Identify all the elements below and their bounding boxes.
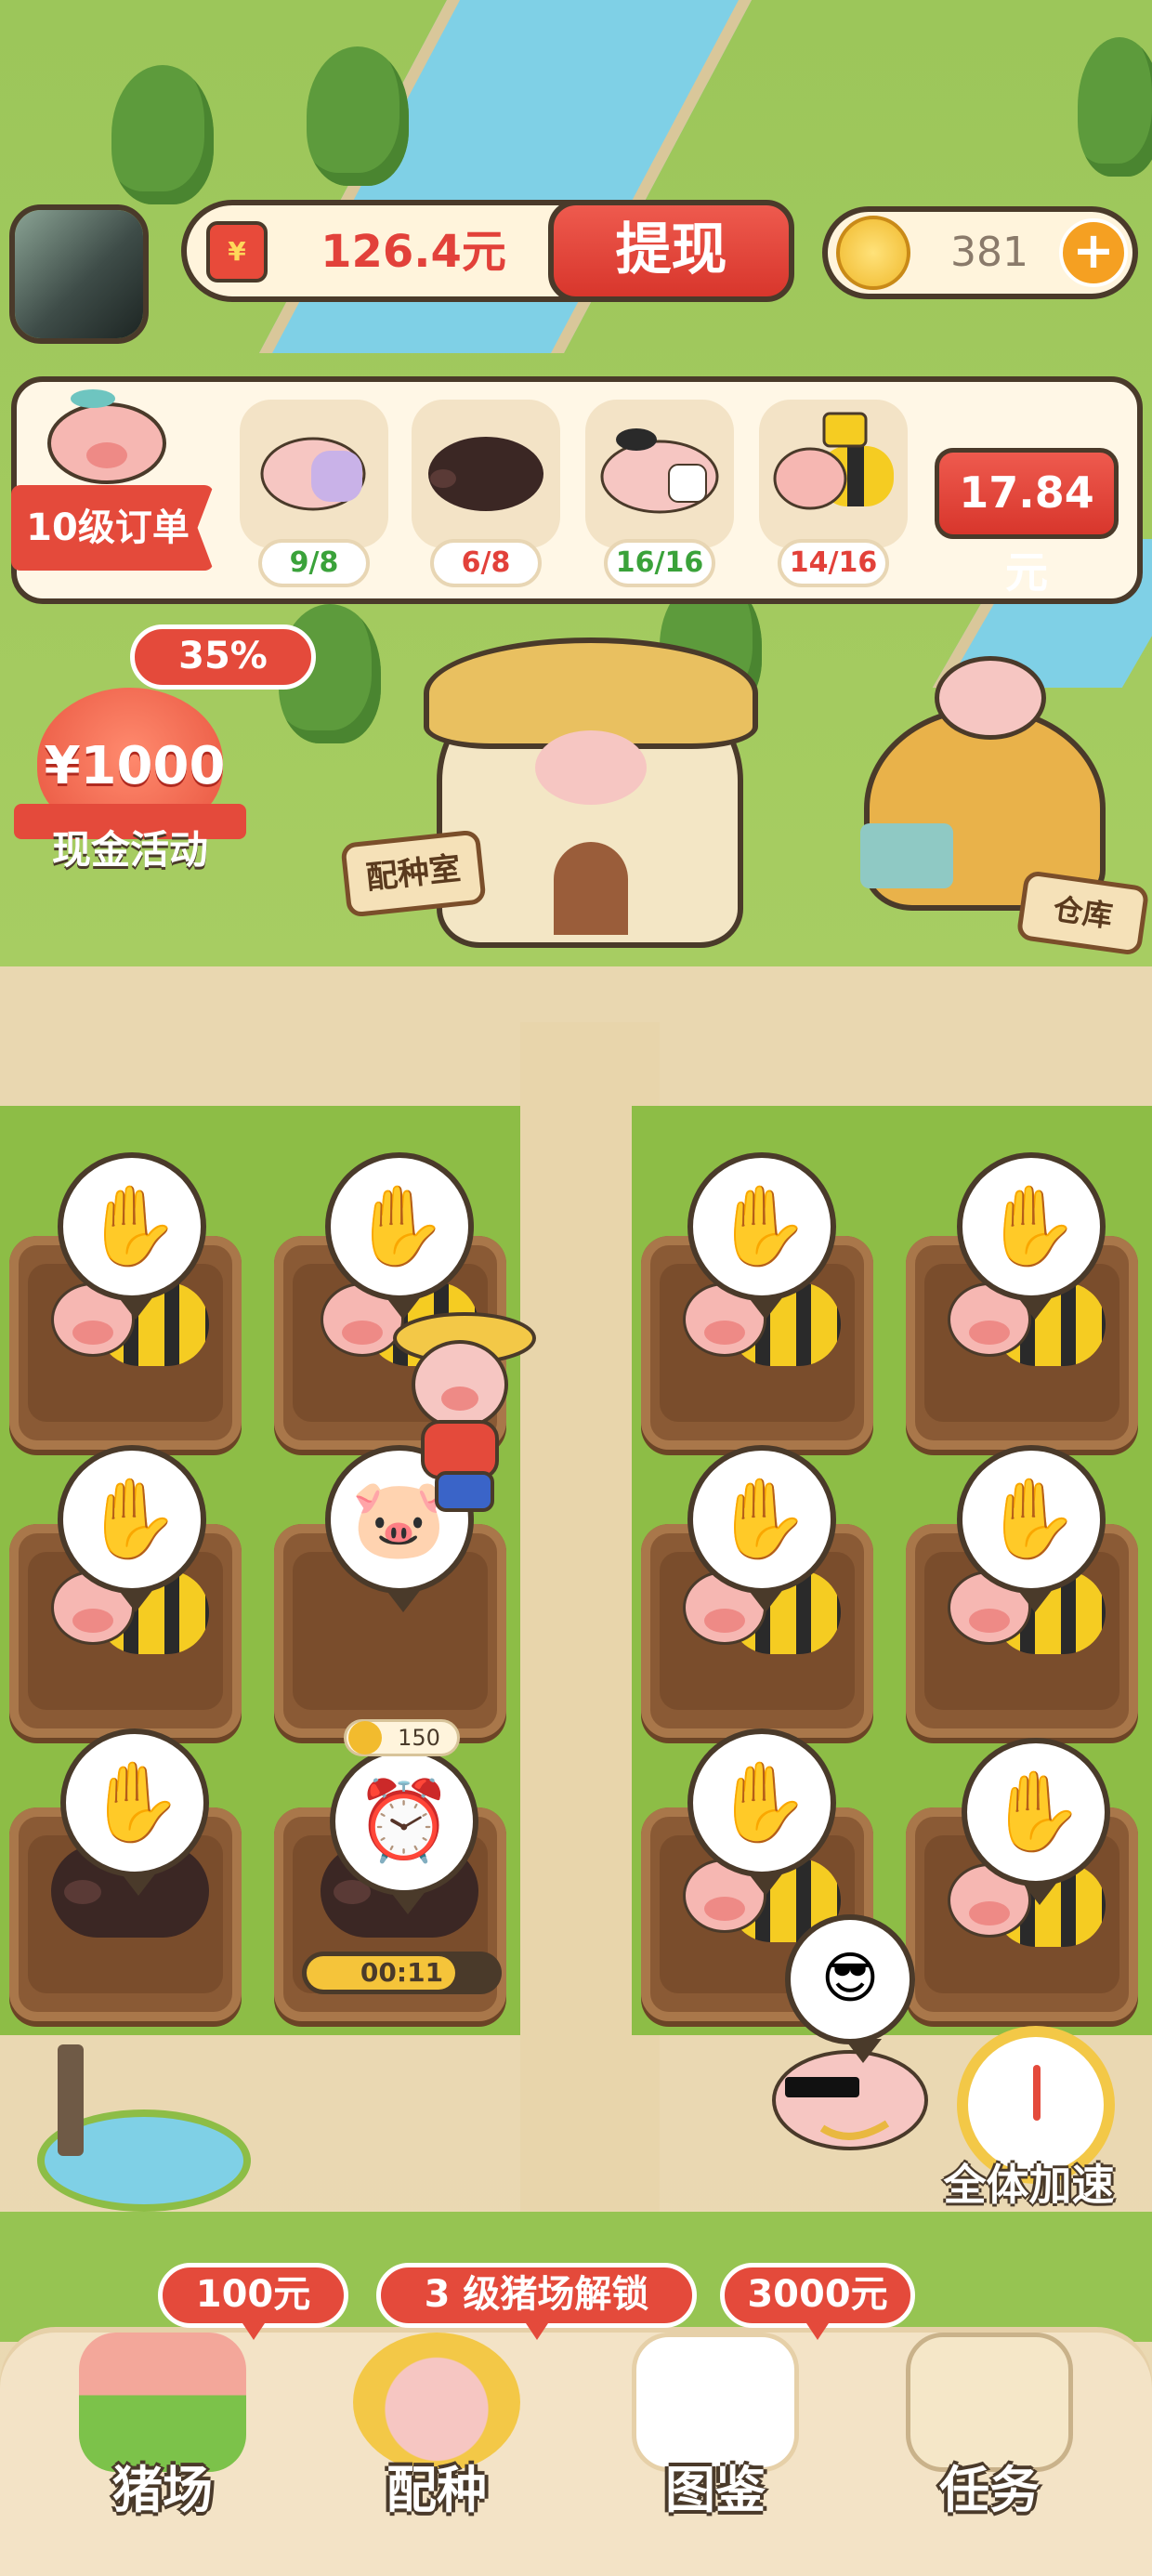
pine-tree (307, 46, 409, 186)
breeding-icon (353, 2333, 520, 2472)
pine-tree (1078, 37, 1152, 177)
nav-label: 配种 (386, 2461, 487, 2519)
order-level-label: 10级订单 (26, 506, 190, 549)
cool-pig-icon[interactable]: 😎 (785, 1914, 915, 2063)
hand-icon[interactable]: ✋ (957, 1445, 1106, 1612)
hand-icon[interactable]: ✋ (58, 1152, 206, 1320)
nav-label: 猪场 (112, 2461, 213, 2519)
pig-face-decoration (535, 730, 647, 805)
nav-breeding[interactable]: 配种 (325, 2314, 548, 2528)
order-slot-count: 9/8 (258, 539, 370, 587)
farmer-pig-character (393, 1312, 536, 1512)
order-pig-icon (47, 389, 166, 484)
add-coins-button[interactable]: + (1059, 218, 1128, 287)
purple-overalls-pig-icon (260, 437, 366, 511)
order-slot-count: 14/16 (778, 539, 889, 587)
withdraw-button[interactable]: 提现 (548, 200, 794, 302)
nav-badge: 3 级猪场解锁 (376, 2263, 697, 2340)
task-envelope-icon (906, 2333, 1073, 2472)
hand-icon[interactable]: ✋ (962, 1738, 1110, 1905)
nav-badge: 100元 (158, 2263, 348, 2340)
order-slot-count: 6/8 (430, 539, 542, 587)
hand-icon[interactable]: ✋ (687, 1152, 836, 1320)
player-avatar[interactable] (9, 204, 149, 344)
pig-farm-icon (79, 2333, 246, 2472)
sumo-pig-icon (600, 428, 719, 514)
nav-badge: 3000元 (720, 2263, 915, 2340)
activity-amount: ¥1000 (44, 736, 226, 796)
hand-icon[interactable]: ✋ (58, 1445, 206, 1612)
avatar-photo (15, 210, 143, 338)
order-reward-button[interactable]: 17.84元 (935, 448, 1119, 598)
nav-pig-farm[interactable]: 猪场 (51, 2314, 274, 2528)
bee-pig-icon (773, 412, 894, 510)
water-pipe (58, 2044, 84, 2156)
speed-up-all-button[interactable]: 全体加速 (915, 2151, 1143, 2218)
apple-tree (111, 65, 214, 204)
coin-count: 381 (950, 229, 1028, 276)
pig-face-decoration (935, 656, 1046, 740)
coin-icon (348, 1721, 382, 1755)
cash-amount: 126.4元 (321, 226, 506, 278)
red-envelope-icon: ¥ (206, 221, 268, 283)
black-pig-icon (428, 437, 543, 511)
hand-icon[interactable]: ✋ (325, 1152, 474, 1320)
speedup-cost: 150 (398, 1725, 440, 1751)
nav-label: 图鉴 (665, 2461, 766, 2519)
breeding-room-building[interactable] (424, 637, 758, 948)
building-door (554, 842, 628, 935)
catalog-book-icon (632, 2333, 799, 2472)
hand-icon[interactable]: ✋ (957, 1152, 1106, 1320)
building-awning (860, 823, 953, 888)
hand-icon[interactable]: ✋ (60, 1728, 209, 1896)
breeding-room-sign[interactable]: 配种室 (340, 829, 487, 918)
coin-icon (836, 216, 910, 290)
hand-icon[interactable]: ✋ (687, 1445, 836, 1612)
nav-catalog[interactable]: 图鉴 (604, 2314, 827, 2528)
growth-timer-text: 00:11 (360, 1957, 444, 1988)
nav-tasks[interactable]: 任务 (878, 2314, 1101, 2528)
nav-label: 任务 (939, 2461, 1040, 2519)
activity-percent-badge: 35% (130, 624, 316, 690)
order-slot-count: 16/16 (604, 539, 715, 587)
hand-icon[interactable]: ✋ (687, 1728, 836, 1896)
cash-activity-button[interactable]: 现金活动 (19, 822, 242, 878)
clock-icon[interactable]: ⏰ (330, 1747, 478, 1914)
